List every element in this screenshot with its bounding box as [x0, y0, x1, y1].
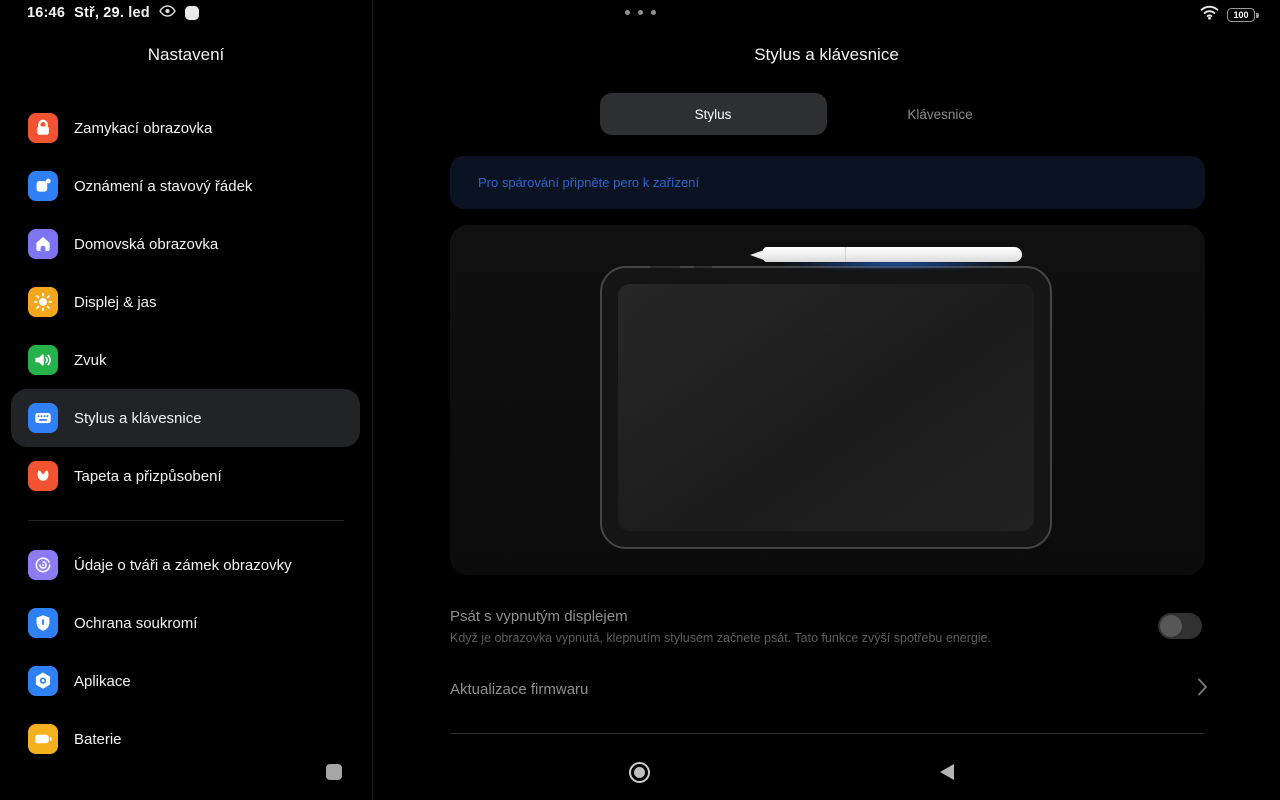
lock-icon: [28, 113, 58, 143]
pairing-hint-banner: Pro spárování připněte pero k zařízení: [450, 156, 1205, 209]
sidebar-item-label: Ochrana soukromí: [74, 614, 198, 632]
pairing-hint-text: Pro spárování připněte pero k zařízení: [478, 175, 700, 190]
tablet-illustration: [600, 266, 1052, 549]
sidebar-item-privacy[interactable]: Ochrana soukromí: [0, 594, 371, 652]
write-screen-off-row: Psát s vypnutým displejem Když je obrazo…: [450, 608, 1202, 645]
page-title: Stylus a klávesnice: [754, 45, 899, 64]
wallpaper-icon: [28, 461, 58, 491]
sidebar-item-display-brightness[interactable]: Displej & jas: [0, 273, 371, 331]
tablet-screen: [618, 284, 1034, 531]
sidebar-group-divider: [28, 520, 344, 521]
sidebar-item-label: Tapeta a přizpůsobení: [74, 467, 222, 485]
stylus-tip: [750, 249, 764, 260]
stylus-illustration-card: [450, 225, 1205, 575]
stylus-body: [763, 247, 1022, 262]
sidebar-item-label: Stylus a klávesnice: [74, 409, 202, 427]
settings-sidebar: Nastavení Zamykací obrazovka Oznámení a …: [0, 0, 373, 800]
stylus-illustration: [750, 245, 1022, 271]
sidebar-item-sound[interactable]: Zvuk: [0, 331, 371, 389]
recents-button[interactable]: [326, 764, 342, 780]
sidebar-item-label: Zvuk: [74, 351, 107, 369]
apps-icon: [28, 666, 58, 696]
sound-icon: [28, 345, 58, 375]
system-nav-bar: [0, 745, 1280, 800]
tab-stylus[interactable]: Stylus: [599, 93, 827, 135]
stylus-keyboard-pane: Stylus a klávesnice Stylus Klávesnice Pr…: [373, 0, 1280, 800]
write-screen-off-subtitle: Když je obrazovka vypnutá, klepnutím sty…: [450, 631, 992, 645]
write-screen-off-toggle[interactable]: [1158, 613, 1202, 639]
sidebar-item-home-screen[interactable]: Domovská obrazovka: [0, 215, 371, 273]
sidebar-item-label: Displej & jas: [74, 293, 157, 311]
firmware-update-row[interactable]: Aktualizace firmwaru: [450, 674, 1208, 704]
sidebar-item-list: Zamykací obrazovka Oznámení a stavový řá…: [0, 99, 371, 755]
sidebar-item-label: Domovská obrazovka: [74, 235, 219, 253]
sidebar-item-apps[interactable]: Aplikace: [0, 652, 371, 710]
chevron-right-icon: [1197, 677, 1208, 702]
section-divider: [450, 733, 1205, 734]
home-button-dot: [634, 767, 645, 778]
sidebar-item-notifications[interactable]: Oznámení a stavový řádek: [0, 157, 371, 215]
sidebar-item-label: Zamykací obrazovka: [74, 119, 213, 137]
stylus-keyboard-tabs: Stylus Klávesnice: [599, 93, 1054, 135]
sidebar-item-label: Aplikace: [74, 672, 131, 690]
toggle-knob: [1160, 615, 1182, 637]
tablet-button: [650, 266, 680, 268]
stylus-seam: [845, 247, 846, 262]
firmware-update-label: Aktualizace firmwaru: [450, 680, 589, 698]
keyboard-icon: [28, 403, 58, 433]
back-button[interactable]: [940, 764, 954, 780]
sidebar-item-label: Oznámení a stavový řádek: [74, 177, 253, 195]
privacy-shield-icon: [28, 608, 58, 638]
brightness-icon: [28, 287, 58, 317]
write-screen-off-title: Psát s vypnutým displejem: [450, 608, 628, 625]
sidebar-item-stylus-keyboard[interactable]: Stylus a klávesnice: [11, 389, 360, 447]
sidebar-item-wallpaper[interactable]: Tapeta a přizpůsobení: [0, 447, 371, 505]
sidebar-item-lock-screen[interactable]: Zamykací obrazovka: [0, 99, 371, 157]
sidebar-title: Nastavení: [147, 45, 225, 64]
sidebar-item-label: Údaje o tváři a zámek obrazovky: [74, 556, 292, 574]
sidebar-item-face-data[interactable]: Údaje o tváři a zámek obrazovky: [0, 536, 371, 594]
home-button[interactable]: [629, 762, 650, 783]
tab-keyboard[interactable]: Klávesnice: [827, 93, 1054, 135]
face-unlock-icon: [28, 550, 58, 580]
home-screen-icon: [28, 229, 58, 259]
tablet-button: [694, 266, 712, 268]
notifications-icon: [28, 171, 58, 201]
